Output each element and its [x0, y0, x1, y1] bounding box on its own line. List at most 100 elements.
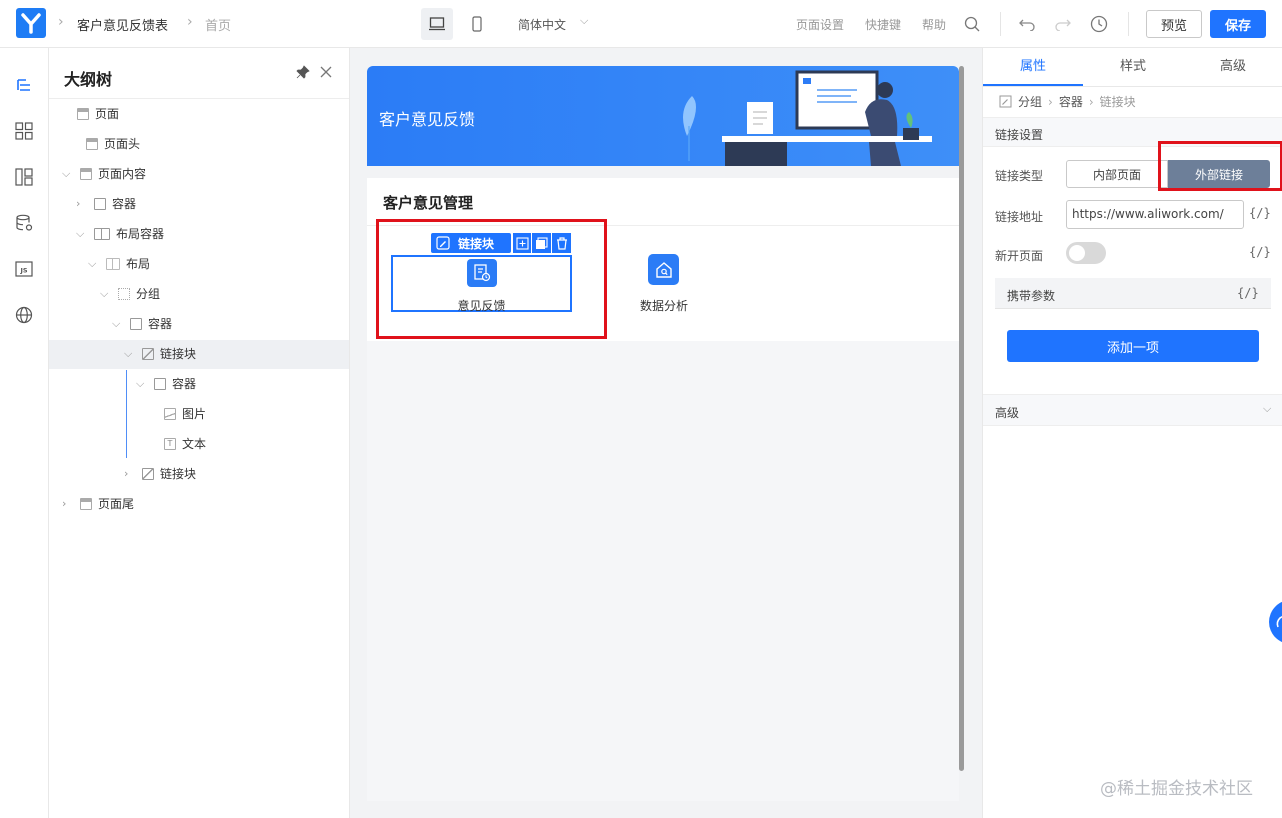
- undo-button[interactable]: [1017, 14, 1037, 34]
- chevron-down-icon: ⌵: [88, 257, 97, 270]
- breadcrumb-page[interactable]: 首页: [205, 15, 231, 34]
- chevron-down-icon: ⌵: [112, 317, 121, 330]
- banner[interactable]: 客户意见反馈: [367, 66, 959, 166]
- preview-button[interactable]: 预览: [1146, 10, 1202, 38]
- outline-panel: 大纲树 页面 页面头 ⌵ 页面内容 › 容器 ⌵ 布局容器 ⌵ 布局 ⌵ 分组 ⌵ 容器 ⌵…: [49, 48, 350, 818]
- text-icon: T: [164, 438, 176, 450]
- outline-tree-tab[interactable]: [13, 74, 35, 96]
- tree-item-label: 容器: [112, 197, 137, 211]
- link-block-icon: [142, 468, 154, 480]
- link-type-label: 链接类型: [995, 169, 1044, 183]
- chevron-down-icon: ⌵: [62, 167, 71, 180]
- desktop-view-button[interactable]: [421, 8, 453, 40]
- close-icon: [320, 66, 332, 78]
- breadcrumb-group[interactable]: 分组: [1018, 93, 1042, 110]
- language-select[interactable]: 简体中文: [518, 16, 566, 33]
- canvas-scrollbar[interactable]: [959, 66, 964, 771]
- breadcrumb-container[interactable]: 容器: [1059, 93, 1083, 110]
- phone-icon: [472, 16, 482, 32]
- js-tab[interactable]: JS: [13, 258, 35, 280]
- chevron-right-icon: ›: [62, 497, 67, 510]
- home-search-icon: [648, 254, 679, 285]
- chevron-right-icon: ›: [187, 14, 193, 30]
- tab-advanced[interactable]: 高级: [1183, 48, 1282, 86]
- tab-style[interactable]: 样式: [1083, 48, 1183, 86]
- close-button[interactable]: [317, 63, 335, 81]
- layout-icon: [86, 138, 98, 150]
- canvas-empty-area: [367, 341, 959, 801]
- link-address-input[interactable]: https://www.aliwork.com/: [1066, 200, 1244, 229]
- variable-binding-button[interactable]: {/}: [1249, 245, 1271, 259]
- tree-item-label: 页面内容: [98, 167, 147, 181]
- group-icon: [118, 288, 130, 300]
- new-page-toggle[interactable]: [1066, 242, 1106, 264]
- top-bar: › 客户意见反馈表 › 首页 简体中文 ⌵ 页面设置 快捷键 帮助 预览 保存: [0, 0, 1282, 48]
- variable-binding-button[interactable]: {/}: [1237, 286, 1259, 300]
- search-icon: [964, 16, 980, 32]
- floating-assistant-button[interactable]: [1269, 600, 1282, 644]
- watermark: @稀土掘金技术社区: [1100, 779, 1253, 799]
- container-icon: [94, 198, 106, 210]
- container-icon: [154, 378, 166, 390]
- tree-item-layout[interactable]: ⌵ 布局: [88, 249, 150, 279]
- layout-icon: [80, 168, 92, 180]
- shortcuts-link[interactable]: 快捷键: [865, 16, 901, 33]
- left-rail: JS: [0, 48, 49, 818]
- layout-tab[interactable]: [13, 166, 35, 188]
- tree-item-container[interactable]: › 容器: [76, 189, 136, 219]
- layout-icon: [80, 498, 92, 510]
- components-tab[interactable]: [13, 120, 35, 142]
- redo-button[interactable]: [1053, 14, 1073, 34]
- tree-item-label: 文本: [182, 437, 207, 451]
- tree-item-link-block[interactable]: › 链接块: [124, 459, 196, 489]
- tree-item-image[interactable]: 图片: [164, 399, 206, 429]
- breadcrumb-form[interactable]: 客户意见反馈表: [77, 15, 168, 34]
- page-settings-link[interactable]: 页面设置: [796, 16, 844, 33]
- divider: [1128, 12, 1129, 36]
- svg-text:JS: JS: [19, 267, 27, 275]
- datasource-tab[interactable]: [13, 212, 35, 234]
- js-icon: JS: [15, 261, 33, 277]
- red-highlight-box: [376, 219, 607, 339]
- add-item-button[interactable]: 添加一项: [1007, 330, 1259, 362]
- tree-item-label: 容器: [148, 317, 173, 331]
- mobile-view-button[interactable]: [463, 8, 491, 40]
- tree-item-layout-container[interactable]: ⌵ 布局容器: [76, 219, 164, 249]
- tree-item-link-block-selected[interactable]: ⌵ 链接块: [124, 339, 196, 369]
- tree-item-page-footer[interactable]: › 页面尾: [62, 489, 134, 519]
- chevron-right-icon: ›: [1088, 94, 1094, 109]
- tab-properties[interactable]: 属性: [983, 48, 1083, 86]
- outline-title: 大纲树: [64, 70, 113, 89]
- search-button[interactable]: [962, 14, 982, 34]
- tree-item-page-content[interactable]: ⌵ 页面内容: [62, 159, 146, 189]
- settings-panel: 属性 样式 高级 分组 › 容器 › 链接块 链接设置 链接类型 内部页面 外部…: [982, 48, 1282, 818]
- history-button[interactable]: [1089, 14, 1109, 34]
- columns-icon: [94, 228, 110, 240]
- pin-button[interactable]: [294, 63, 312, 81]
- variable-binding-button[interactable]: {/}: [1249, 206, 1271, 220]
- tree-item-container[interactable]: ⌵ 容器: [112, 309, 172, 339]
- save-button[interactable]: 保存: [1210, 10, 1266, 38]
- pin-icon: [296, 65, 310, 79]
- i18n-tab[interactable]: [13, 304, 35, 326]
- tree-item-text[interactable]: T 文本: [164, 429, 206, 459]
- link-type-internal[interactable]: 内部页面: [1066, 160, 1168, 188]
- design-canvas: 客户意见反馈 客户意见管理 链接块 意见反馈 数据分析: [350, 48, 982, 818]
- link-block-icon: [142, 348, 154, 360]
- columns-icon: [106, 258, 120, 270]
- advanced-section-header[interactable]: 高级 ⌵: [983, 394, 1282, 426]
- chevron-down-icon: ⌵: [580, 14, 589, 27]
- params-row[interactable]: 携带参数 {/}: [995, 278, 1271, 309]
- redo-icon: [1055, 19, 1071, 31]
- tree-item-label: 布局: [126, 257, 151, 271]
- link-block-label: 数据分析: [639, 299, 688, 313]
- tree-item-container[interactable]: ⌵ 容器: [136, 369, 196, 399]
- app-logo[interactable]: [16, 8, 46, 38]
- chevron-right-icon: ›: [76, 197, 81, 210]
- tree-item-label: 容器: [172, 377, 197, 391]
- tree-item-page[interactable]: 页面: [59, 99, 119, 129]
- help-link[interactable]: 帮助: [922, 16, 946, 33]
- tree-item-page-header[interactable]: 页面头: [68, 129, 140, 159]
- link-block-analytics[interactable]: 数据分析: [622, 254, 706, 314]
- tree-item-group[interactable]: ⌵ 分组: [100, 279, 160, 309]
